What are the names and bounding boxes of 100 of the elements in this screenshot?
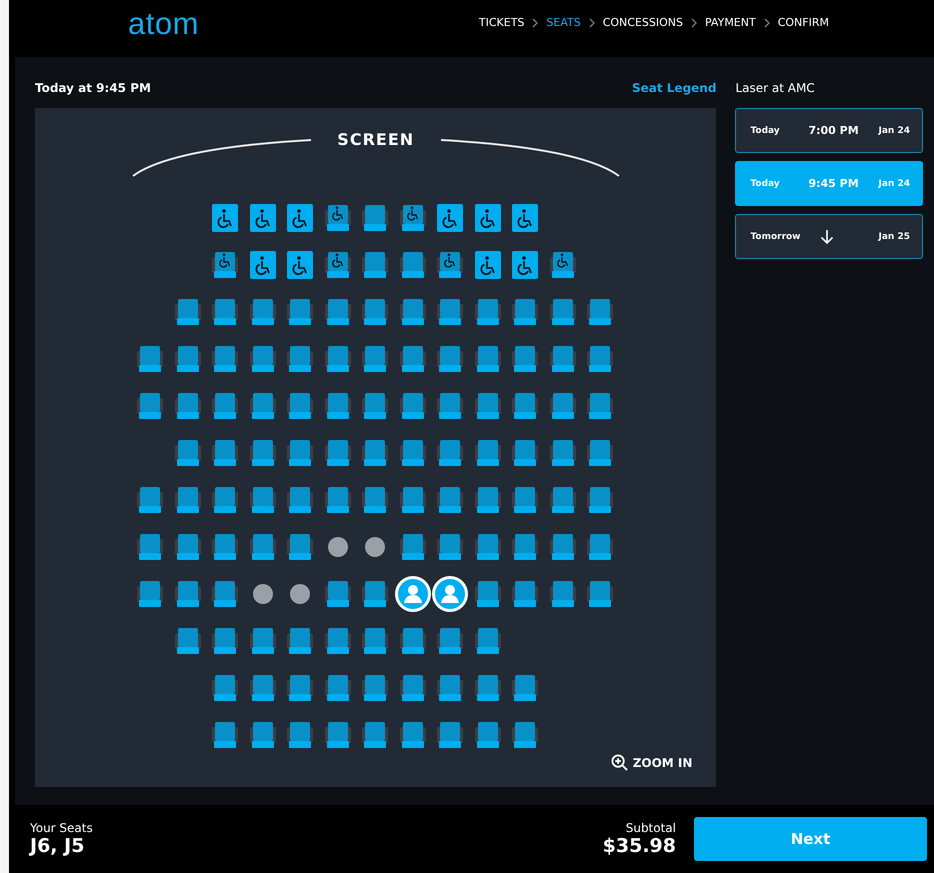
seat-icon[interactable] bbox=[400, 627, 426, 655]
wheelchair-seat-icon[interactable] bbox=[512, 204, 538, 232]
selected-seat-icon[interactable] bbox=[394, 576, 431, 612]
seat-icon[interactable] bbox=[550, 439, 576, 467]
seat-icon[interactable] bbox=[474, 392, 501, 420]
seat-icon[interactable] bbox=[287, 674, 314, 702]
seat-icon[interactable] bbox=[287, 345, 314, 373]
companion-seat-icon[interactable] bbox=[324, 251, 351, 279]
seat-icon[interactable] bbox=[437, 439, 464, 467]
seat-icon[interactable] bbox=[287, 439, 314, 467]
seat-icon[interactable] bbox=[212, 392, 238, 420]
step-tab[interactable]: CONFIRM bbox=[778, 16, 829, 29]
seat-icon[interactable] bbox=[287, 392, 314, 420]
seat-icon[interactable] bbox=[324, 674, 351, 702]
seat-icon[interactable] bbox=[174, 486, 201, 514]
seat-icon[interactable] bbox=[174, 392, 201, 420]
seat-icon[interactable] bbox=[550, 533, 576, 561]
seat-icon[interactable] bbox=[512, 345, 538, 373]
seat-icon[interactable] bbox=[137, 486, 164, 514]
zoom-in-button[interactable]: ZOOM IN bbox=[608, 752, 694, 773]
seat-icon[interactable] bbox=[437, 298, 464, 326]
showtime-button[interactable]: Tomorrow Jan 25 bbox=[735, 214, 923, 259]
seat-icon[interactable] bbox=[362, 204, 388, 232]
showtime-button[interactable]: Today 7:00 PM Jan 24 bbox=[735, 108, 923, 153]
seat-icon[interactable] bbox=[362, 486, 388, 514]
seat-icon[interactable] bbox=[400, 721, 426, 749]
seat-icon[interactable] bbox=[550, 580, 576, 608]
seat-icon[interactable] bbox=[287, 533, 314, 561]
seat-icon[interactable] bbox=[437, 533, 464, 561]
step-tab[interactable]: SEATS bbox=[546, 16, 581, 29]
seat-icon[interactable] bbox=[400, 251, 426, 279]
seat-icon[interactable] bbox=[587, 486, 614, 514]
seat-icon[interactable] bbox=[512, 439, 538, 467]
seat-icon[interactable] bbox=[587, 533, 614, 561]
seat-icon[interactable] bbox=[512, 392, 538, 420]
seat-icon[interactable] bbox=[212, 533, 238, 561]
seat-icon[interactable] bbox=[512, 533, 538, 561]
seat-icon[interactable] bbox=[474, 580, 501, 608]
seat-icon[interactable] bbox=[400, 298, 426, 326]
companion-seat-icon[interactable] bbox=[550, 251, 576, 279]
seat-icon[interactable] bbox=[212, 439, 238, 467]
seat-icon[interactable] bbox=[437, 345, 464, 373]
seat-icon[interactable] bbox=[174, 439, 201, 467]
seat-icon[interactable] bbox=[362, 298, 388, 326]
seat-icon[interactable] bbox=[474, 721, 501, 749]
seat-icon[interactable] bbox=[287, 627, 314, 655]
seat-icon[interactable] bbox=[250, 345, 276, 373]
wheelchair-seat-icon[interactable] bbox=[287, 204, 314, 232]
seat-icon[interactable] bbox=[212, 345, 238, 373]
seat-icon[interactable] bbox=[250, 439, 276, 467]
seat-icon[interactable] bbox=[587, 298, 614, 326]
wheelchair-seat-icon[interactable] bbox=[250, 204, 276, 232]
seat-icon[interactable] bbox=[287, 721, 314, 749]
seat-icon[interactable] bbox=[250, 486, 276, 514]
seat-icon[interactable] bbox=[437, 674, 464, 702]
wheelchair-seat-icon[interactable] bbox=[250, 251, 276, 279]
seat-icon[interactable] bbox=[324, 486, 351, 514]
wheelchair-seat-icon[interactable] bbox=[212, 204, 238, 232]
seat-icon[interactable] bbox=[362, 392, 388, 420]
seat-icon[interactable] bbox=[362, 674, 388, 702]
step-tab[interactable]: TICKETS bbox=[478, 16, 524, 29]
seat-icon[interactable] bbox=[474, 439, 501, 467]
seat-icon[interactable] bbox=[324, 721, 351, 749]
seat-icon[interactable] bbox=[250, 533, 276, 561]
seat-icon[interactable] bbox=[512, 298, 538, 326]
seat-icon[interactable] bbox=[212, 721, 238, 749]
seat-icon[interactable] bbox=[512, 580, 538, 608]
seat-icon[interactable] bbox=[587, 439, 614, 467]
seat-icon[interactable] bbox=[400, 486, 426, 514]
seat-icon[interactable] bbox=[174, 533, 201, 561]
seat-icon[interactable] bbox=[137, 345, 164, 373]
seat-icon[interactable] bbox=[324, 298, 351, 326]
seat-icon[interactable] bbox=[400, 533, 426, 561]
seat-icon[interactable] bbox=[324, 392, 351, 420]
seat-icon[interactable] bbox=[474, 486, 501, 514]
seat-icon[interactable] bbox=[474, 674, 501, 702]
seat-icon[interactable] bbox=[212, 486, 238, 514]
seat-icon[interactable] bbox=[550, 486, 576, 514]
seat-icon[interactable] bbox=[287, 486, 314, 514]
wheelchair-seat-icon[interactable] bbox=[512, 251, 538, 279]
seat-icon[interactable] bbox=[324, 439, 351, 467]
seat-icon[interactable] bbox=[400, 345, 426, 373]
seat-icon[interactable] bbox=[174, 298, 201, 326]
selected-seat-icon[interactable] bbox=[432, 576, 468, 612]
seat-icon[interactable] bbox=[324, 345, 351, 373]
seat-icon[interactable] bbox=[212, 674, 238, 702]
seat-icon[interactable] bbox=[474, 533, 501, 561]
seat-icon[interactable] bbox=[137, 392, 164, 420]
seat-icon[interactable] bbox=[174, 627, 201, 655]
wheelchair-seat-icon[interactable] bbox=[437, 204, 464, 232]
seat-icon[interactable] bbox=[400, 392, 426, 420]
seat-icon[interactable] bbox=[250, 298, 276, 326]
seat-icon[interactable] bbox=[437, 627, 464, 655]
seat-icon[interactable] bbox=[174, 345, 201, 373]
seat-icon[interactable] bbox=[587, 345, 614, 373]
seat-icon[interactable] bbox=[400, 439, 426, 467]
seat-icon[interactable] bbox=[362, 721, 388, 749]
seat-icon[interactable] bbox=[512, 721, 538, 749]
seat-icon[interactable] bbox=[400, 674, 426, 702]
seat-icon[interactable] bbox=[550, 345, 576, 373]
